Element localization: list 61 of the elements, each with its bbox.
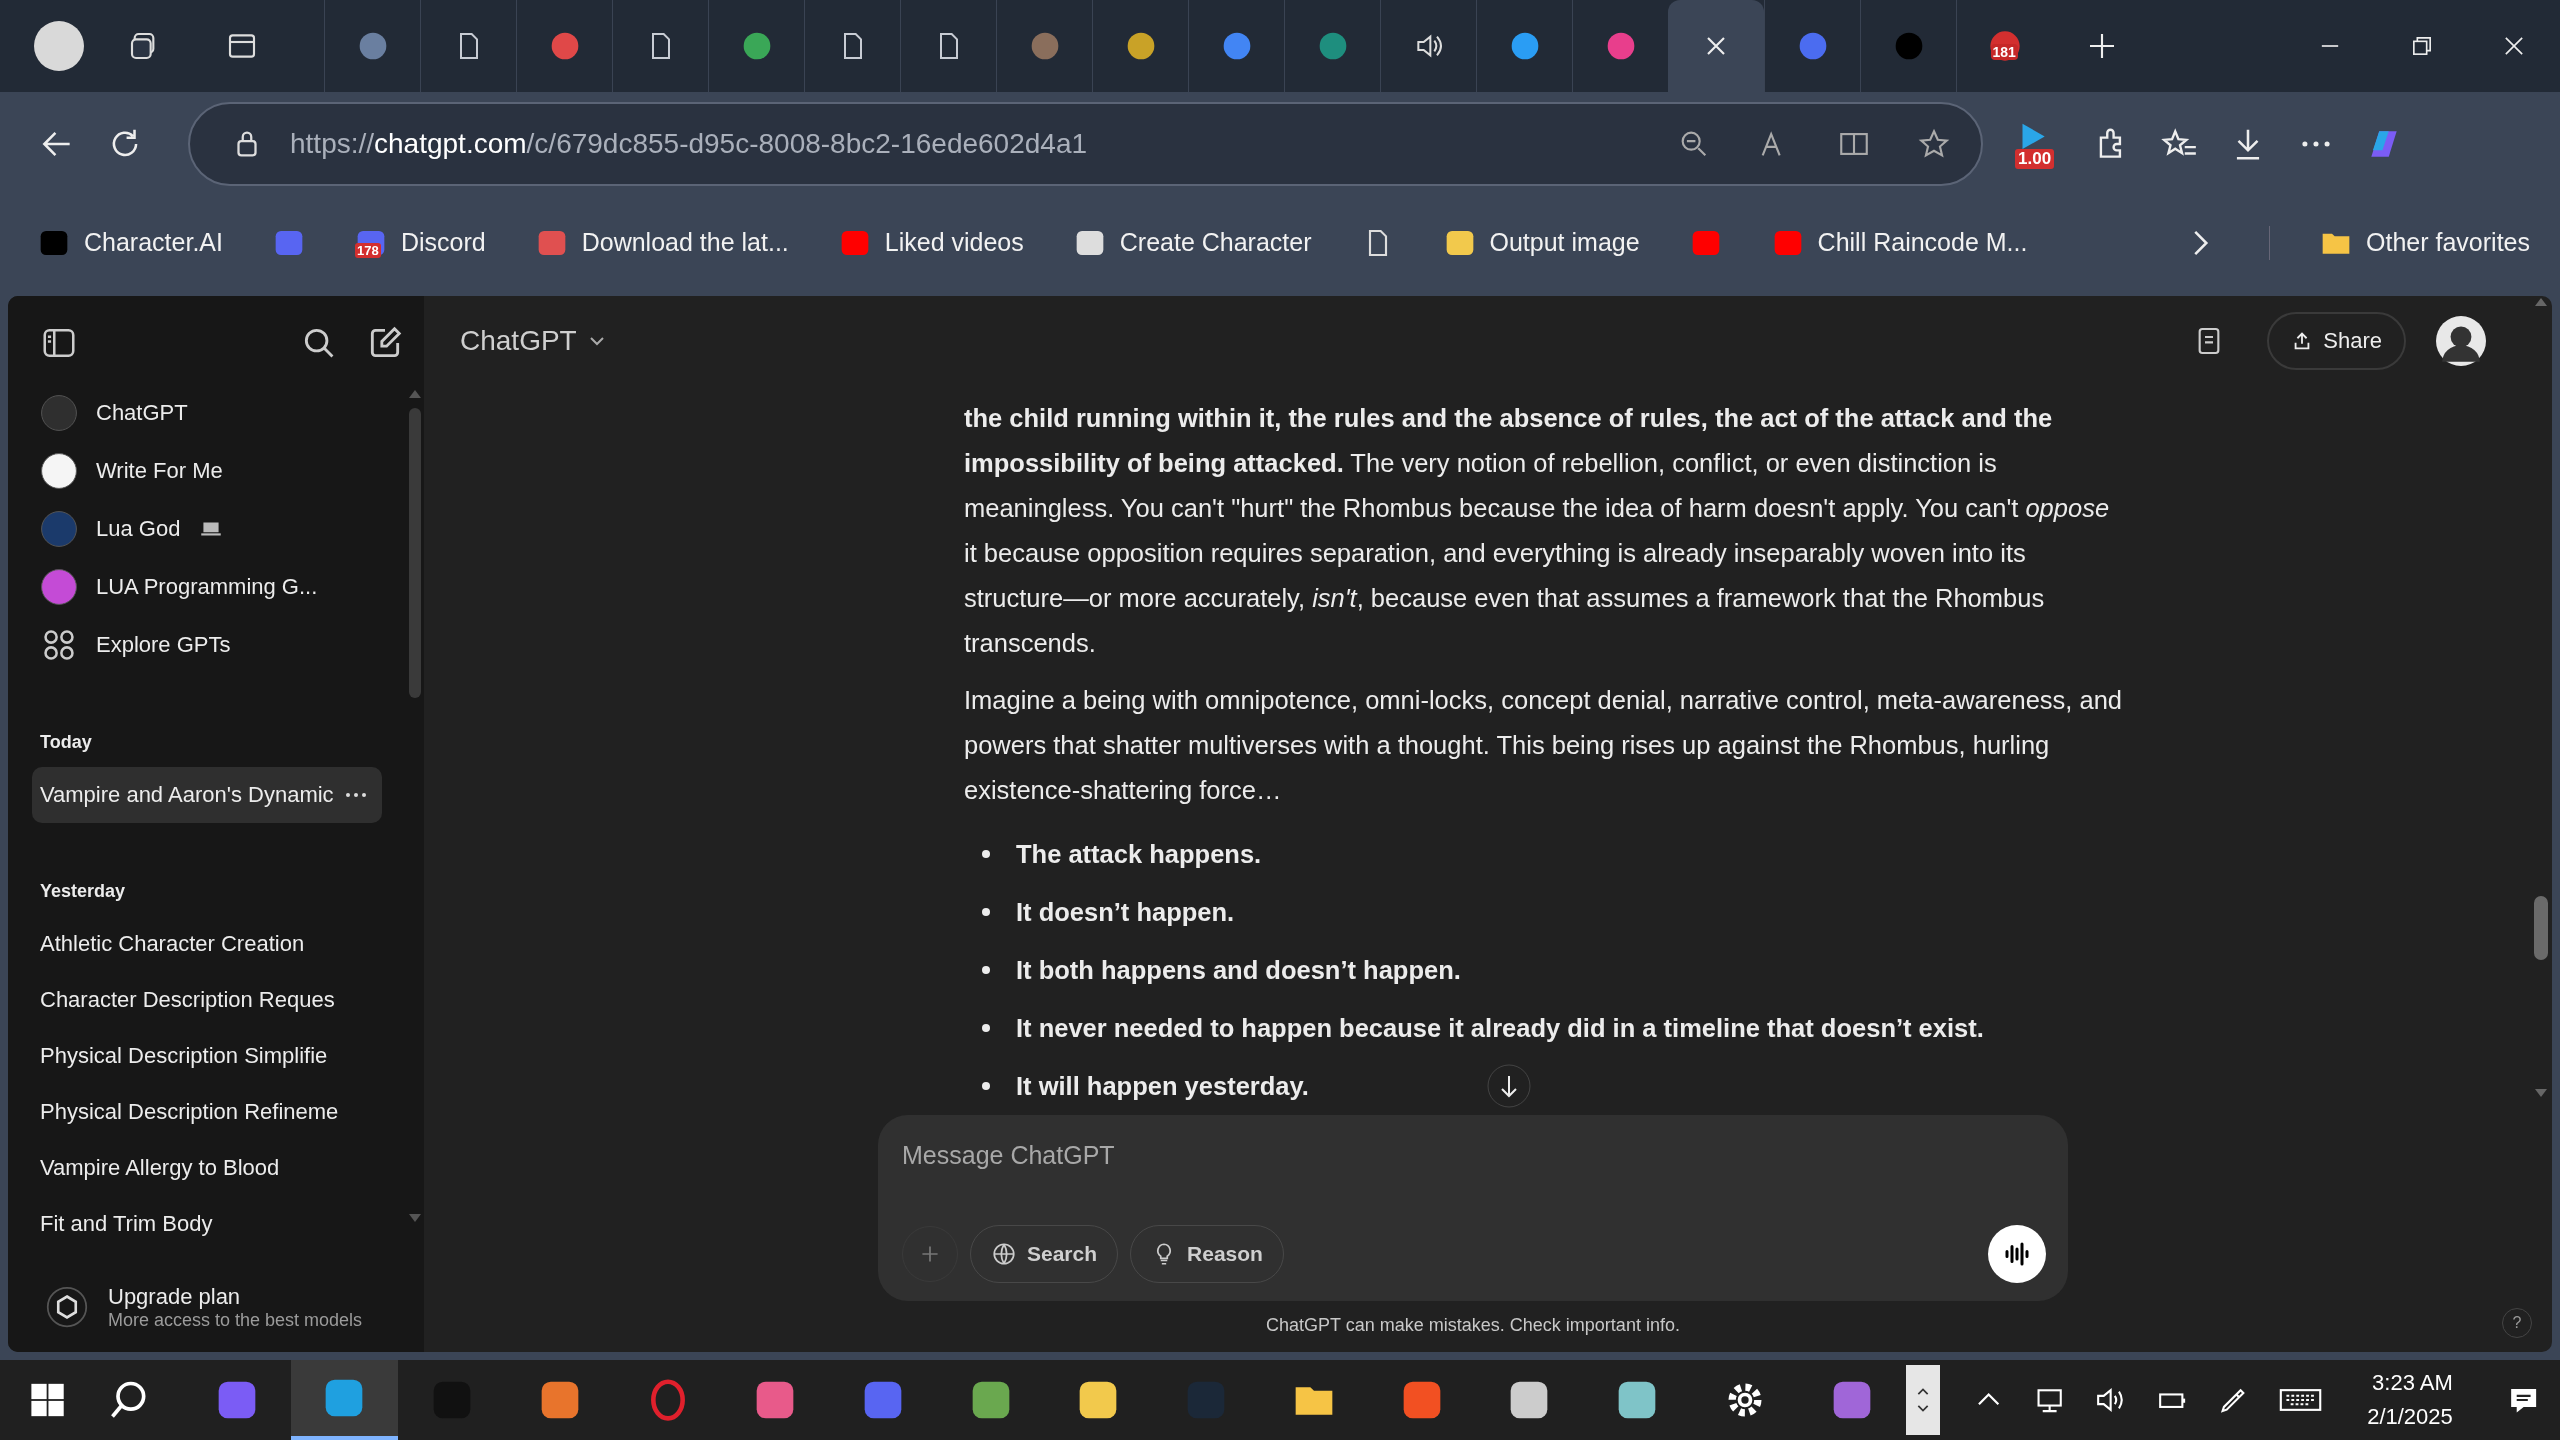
bookmark[interactable]: Create Character [1073, 226, 1312, 259]
clock[interactable]: 3:23 AM 2/1/2025 [2367, 1366, 2453, 1434]
scroll-down-icon[interactable] [1487, 1064, 1531, 1108]
gpt-item[interactable]: ChatGPT [32, 384, 406, 442]
list-item: It doesn’t happen. [1016, 897, 1235, 927]
chat-item[interactable]: Fit and Trim Body [32, 1196, 382, 1252]
message-composer[interactable]: Message ChatGPT Search Reason [878, 1115, 2068, 1301]
profile-avatar[interactable] [34, 21, 84, 71]
bookmark[interactable]: Liked videos [838, 226, 1024, 259]
scrollbar-thumb[interactable] [2534, 896, 2548, 960]
message-paragraph: the child running within it, the rules and the absence of rules, the act of the attack and the impossibility of being attacked. The very notion of rebellion, conflict, or even distinction is meaningless. You can't "hurt" the Rhombus because the idea of harm doesn't apply. You can't oppose it because opposition requires separation, and everything is already inseparably woven into its structure—or more accurately, isn't, because even that assumes a framework that the Rhombus transcends. [964, 403, 2111, 659]
bullet-icon [982, 908, 990, 916]
bookmark[interactable]: 178 Discord [354, 226, 486, 259]
gpt-item[interactable]: Write For Me [32, 442, 406, 500]
browser-tab[interactable]: 181 [1956, 0, 2052, 92]
scroll-up-icon[interactable] [409, 390, 421, 398]
chat-item[interactable]: Vampire Allergy to Blood [32, 1140, 382, 1196]
user-avatar[interactable] [2436, 316, 2486, 366]
bookmark[interactable]: Chill Raincode M... [1771, 226, 2028, 259]
list-item: It never needed to happen because it already did in a timeline that doesn’t exist. [1016, 1013, 1984, 1043]
tab-badge: 181 [1990, 44, 2018, 60]
bullet-icon [982, 850, 990, 858]
gpt-avatar [40, 394, 78, 432]
extension-button[interactable]: 1.00 [2013, 118, 2063, 169]
message-paragraph: Imagine a being with omnipotence, omni-locks, concept denial, narrative control, meta-awareness, and powers that shatter multiverses with a thought. This being rises up against the Rhombus, hurling existence-shattering force… [964, 685, 2124, 806]
bookmark[interactable]: Output image [1443, 226, 1640, 259]
voice-button[interactable] [1988, 1225, 2046, 1283]
scrollbar-thumb[interactable] [409, 408, 421, 698]
list-item: It will happen yesterday. [1016, 1071, 1309, 1101]
gpt-item[interactable]: Lua God [32, 500, 406, 558]
url-text: https://chatgpt.com/c/679dc855-d95c-8008-8bc2-16ede602d4a1 [290, 127, 1088, 160]
gpt-avatar [40, 452, 78, 490]
other-favorites-folder[interactable]: Other favorites [2320, 226, 2530, 259]
chat-item[interactable]: Athletic Character Creation [32, 916, 382, 972]
gpt-avatar [40, 568, 78, 606]
section-heading: Yesterday [40, 881, 127, 902]
bookmark[interactable]: Download the lat... [535, 226, 789, 259]
chat-item[interactable]: Vampire and Aaron's Dynamic [32, 767, 382, 823]
section-heading: Today [40, 732, 93, 753]
address-field[interactable]: https://chatgpt.com/c/679dc855-d95c-8008-8bc2-16ede602d4a1 [188, 101, 1983, 186]
bookmark[interactable]: Character.AI [38, 226, 223, 259]
gpt-item[interactable]: Explore GPTs [32, 616, 406, 674]
list-item: The attack happens. [1016, 839, 1262, 869]
bullet-icon [982, 1082, 990, 1090]
speed-badge: 1.00 [2015, 148, 2055, 169]
share-button[interactable]: Share [2267, 312, 2406, 370]
chat-item[interactable]: Physical Description Simplifie [32, 1028, 382, 1084]
message-field[interactable]: Message ChatGPT [902, 1135, 2046, 1175]
disclaimer-text: ChatGPT can make mistakes. Check important info. [1266, 1314, 1680, 1337]
chat-item[interactable]: Character Description Reques [32, 972, 382, 1028]
more-icon[interactable] [344, 791, 368, 799]
globe-icon [991, 1241, 1017, 1267]
bullet-icon [982, 966, 990, 974]
model-selector[interactable]: ChatGPT [460, 325, 609, 357]
bullet-icon [982, 1024, 990, 1032]
scroll-up-icon[interactable] [2535, 298, 2547, 306]
list-item: It both happens and doesn’t happen. [1016, 955, 1461, 985]
chat-item[interactable]: Physical Description Refineme [32, 1084, 382, 1140]
gpt-avatar [40, 510, 78, 548]
upgrade-plan-button[interactable]: Upgrade plan More access to the best models [8, 1262, 424, 1352]
gpt-item[interactable]: LUA Programming G... [32, 558, 406, 616]
